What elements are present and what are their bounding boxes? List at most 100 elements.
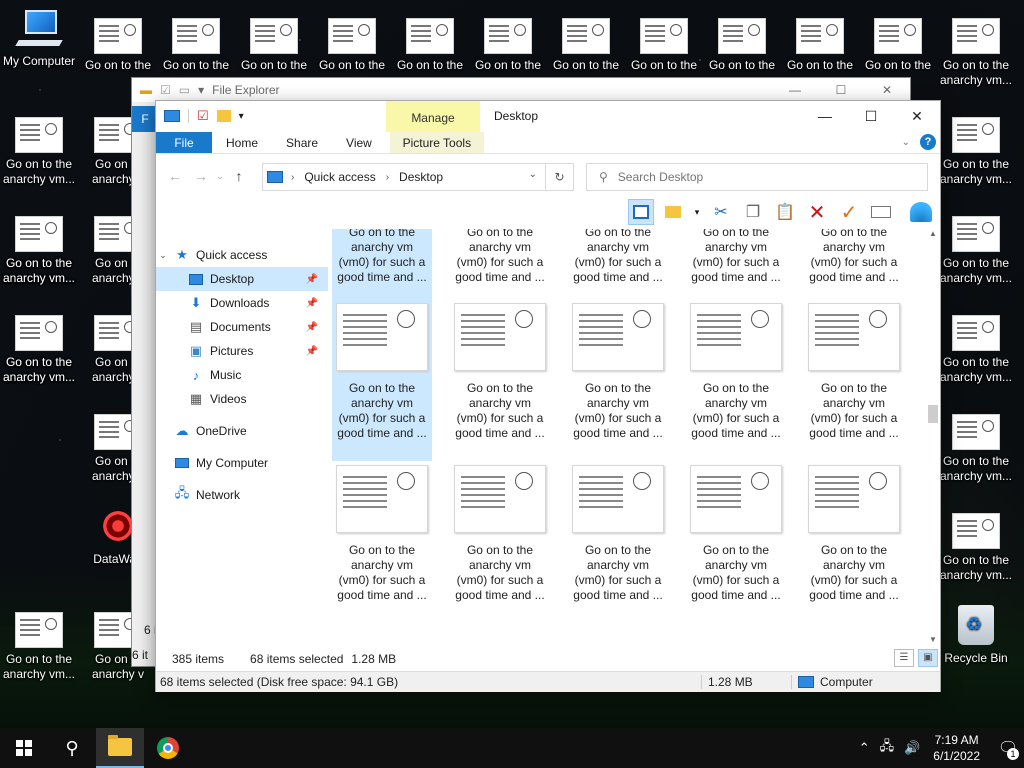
- pin-icon[interactable]: 📌: [306, 346, 318, 357]
- nav-onedrive[interactable]: ☁ OneDrive: [156, 419, 328, 443]
- desktop-file-icon[interactable]: Go on to the: [313, 18, 391, 73]
- search-box[interactable]: ⚲: [586, 163, 928, 191]
- desktop-file-icon[interactable]: Go on to the: [79, 18, 157, 73]
- scrollbar-thumb[interactable]: [928, 405, 938, 423]
- pin-icon[interactable]: 📌: [306, 298, 318, 309]
- desktop-file-icon[interactable]: Go on to the: [859, 18, 937, 73]
- nav-music[interactable]: ♪ Music: [156, 363, 328, 387]
- cut-button[interactable]: ✂: [708, 199, 734, 225]
- manage-context-tab[interactable]: Manage: [386, 101, 480, 132]
- desktop-file-icon[interactable]: Go on to the anarchy vm...: [0, 315, 78, 385]
- titlebar[interactable]: ☑ ▾ Manage Desktop — ☐ ✕: [156, 101, 940, 132]
- recent-dropdown-icon[interactable]: ⌄: [214, 171, 226, 182]
- start-button[interactable]: [0, 728, 48, 768]
- nav-videos[interactable]: ▦ Videos: [156, 387, 328, 411]
- file-tile[interactable]: Go on to the anarchy vm (vm0) for such a go…: [450, 297, 550, 461]
- file-tile[interactable]: Go on to the anarchy vm (vm0) for such a go…: [450, 459, 550, 623]
- file-tile[interactable]: Go on to the anarchy vm (vm0) for such a go…: [332, 229, 432, 305]
- desktop-file-icon[interactable]: Go on to the anarchy vm...: [937, 414, 1015, 484]
- search-input[interactable]: [617, 170, 878, 184]
- desktop-file-icon[interactable]: Go on to the anarchy vm...: [937, 315, 1015, 385]
- details-view-button[interactable]: ☰: [894, 649, 914, 667]
- desktop-icon-recycle-bin[interactable]: ♻ Recycle Bin: [937, 605, 1015, 666]
- network-icon[interactable]: 🖧: [880, 737, 895, 759]
- desktop-file-icon[interactable]: Go on to the: [469, 18, 547, 73]
- tab-picture-tools[interactable]: Picture Tools: [389, 132, 484, 153]
- qat-dropdown-icon[interactable]: ▾: [239, 111, 244, 122]
- shell-button[interactable]: [908, 199, 934, 225]
- desktop-file-icon[interactable]: Go on to the: [625, 18, 703, 73]
- up-arrow-icon[interactable]: ↑: [226, 168, 252, 184]
- nav-pictures[interactable]: ▣ Pictures 📌: [156, 339, 328, 363]
- maximize-button[interactable]: ☐: [848, 101, 894, 131]
- file-tile[interactable]: Go on to the anarchy vm (vm0) for such a go…: [686, 229, 786, 305]
- file-tile[interactable]: Go on to the anarchy vm (vm0) for such a go…: [804, 297, 904, 461]
- nav-downloads[interactable]: ⬇ Downloads 📌: [156, 291, 328, 315]
- tab-file[interactable]: File: [156, 132, 212, 153]
- desktop-icon-my-computer[interactable]: My Computer: [0, 10, 78, 69]
- desktop-file-icon[interactable]: Go on to the: [703, 18, 781, 73]
- new-folder-icon[interactable]: [216, 110, 231, 122]
- breadcrumb-quick-access[interactable]: Quick access: [304, 170, 375, 184]
- minimize-button[interactable]: —: [802, 101, 848, 131]
- checkmark-button[interactable]: ✓: [836, 199, 862, 225]
- file-tile[interactable]: Go on to the anarchy vm (vm0) for such a go…: [568, 459, 668, 623]
- dropdown-button[interactable]: ▾: [692, 199, 702, 225]
- help-icon[interactable]: ?: [920, 134, 936, 150]
- minimize-icon[interactable]: —: [772, 83, 818, 97]
- chevron-up-icon[interactable]: ⌃: [859, 740, 870, 756]
- notification-button[interactable]: 🗨 1: [992, 728, 1024, 768]
- scroll-down-icon[interactable]: ▼: [926, 635, 940, 649]
- desktop-file-icon[interactable]: Go on to the: [235, 18, 313, 73]
- desktop-file-icon[interactable]: Go on to the: [157, 18, 235, 73]
- maximize-icon[interactable]: ☐: [818, 83, 864, 97]
- tab-view[interactable]: View: [332, 132, 386, 153]
- tab-home[interactable]: Home: [212, 132, 272, 153]
- rename-button[interactable]: [868, 199, 894, 225]
- refresh-button[interactable]: ↻: [546, 163, 574, 191]
- search-button[interactable]: ⚲: [48, 728, 96, 768]
- scroll-up-icon[interactable]: ▲: [926, 229, 940, 243]
- paste-button[interactable]: 📋: [772, 199, 798, 225]
- file-tile[interactable]: Go on to the anarchy vm (vm0) for such a go…: [686, 297, 786, 461]
- file-tile[interactable]: Go on to the anarchy vm (vm0) for such a go…: [450, 229, 550, 305]
- file-tile[interactable]: Go on to the anarchy vm (vm0) for such a go…: [686, 459, 786, 623]
- desktop-file-icon[interactable]: Go on to the anarchy vm...: [937, 18, 1015, 88]
- file-grid[interactable]: Go on to the anarchy vm (vm0) for such a go…: [330, 229, 926, 649]
- nav-network[interactable]: 🖧 Network: [156, 483, 328, 507]
- copy-button[interactable]: ❐: [740, 199, 766, 225]
- file-tile[interactable]: Go on to the anarchy vm (vm0) for such a go…: [804, 459, 904, 623]
- desktop-file-icon[interactable]: Go on to the anarchy vm...: [0, 612, 78, 682]
- taskbar-file-explorer[interactable]: [96, 728, 144, 768]
- nav-quick-access[interactable]: ⌄ ★ Quick access: [156, 243, 328, 267]
- file-tile[interactable]: Go on to the anarchy vm (vm0) for such a go…: [568, 229, 668, 305]
- large-icons-view-button[interactable]: ▣: [918, 649, 938, 667]
- volume-icon[interactable]: 🔊: [904, 740, 920, 756]
- chevron-down-icon[interactable]: ⌄: [529, 169, 537, 180]
- properties-icon[interactable]: ☑: [197, 108, 209, 124]
- nav-my-computer[interactable]: My Computer: [156, 451, 328, 475]
- file-tile[interactable]: Go on to the anarchy vm (vm0) for such a go…: [804, 229, 904, 305]
- address-bar[interactable]: › Quick access › Desktop ⌄: [262, 163, 546, 191]
- preview-pane-button[interactable]: [628, 199, 654, 225]
- new-folder-button[interactable]: [660, 199, 686, 225]
- file-tile[interactable]: Go on to the anarchy vm (vm0) for such a go…: [568, 297, 668, 461]
- forward-arrow-icon[interactable]: →: [188, 168, 214, 184]
- desktop-file-icon[interactable]: Go on to the: [781, 18, 859, 73]
- tab-share[interactable]: Share: [272, 132, 332, 153]
- pin-icon[interactable]: 📌: [306, 274, 318, 285]
- background-window-titlebar[interactable]: ▬ ☑ ▭ ▾ File Explorer — ☐ ✕: [132, 78, 910, 102]
- desktop-file-icon[interactable]: Go on to the anarchy vm...: [937, 513, 1015, 583]
- pin-icon[interactable]: 📌: [306, 322, 318, 333]
- close-icon[interactable]: ✕: [864, 83, 910, 97]
- desktop-file-icon[interactable]: Go on to the: [547, 18, 625, 73]
- breadcrumb-desktop[interactable]: Desktop: [399, 170, 443, 184]
- desktop-file-icon[interactable]: Go on to the anarchy vm...: [937, 216, 1015, 286]
- taskbar-chrome[interactable]: [144, 728, 192, 768]
- file-tile[interactable]: Go on to the anarchy vm (vm0) for such a go…: [332, 459, 432, 623]
- nav-documents[interactable]: ▤ Documents 📌: [156, 315, 328, 339]
- file-explorer-window[interactable]: ☑ ▾ Manage Desktop — ☐ ✕ File Home Share…: [155, 100, 941, 692]
- vertical-scrollbar[interactable]: ▲ ▼: [926, 229, 940, 649]
- desktop-file-icon[interactable]: Go on to the anarchy vm...: [0, 216, 78, 286]
- desktop-file-icon[interactable]: Go on to the: [391, 18, 469, 73]
